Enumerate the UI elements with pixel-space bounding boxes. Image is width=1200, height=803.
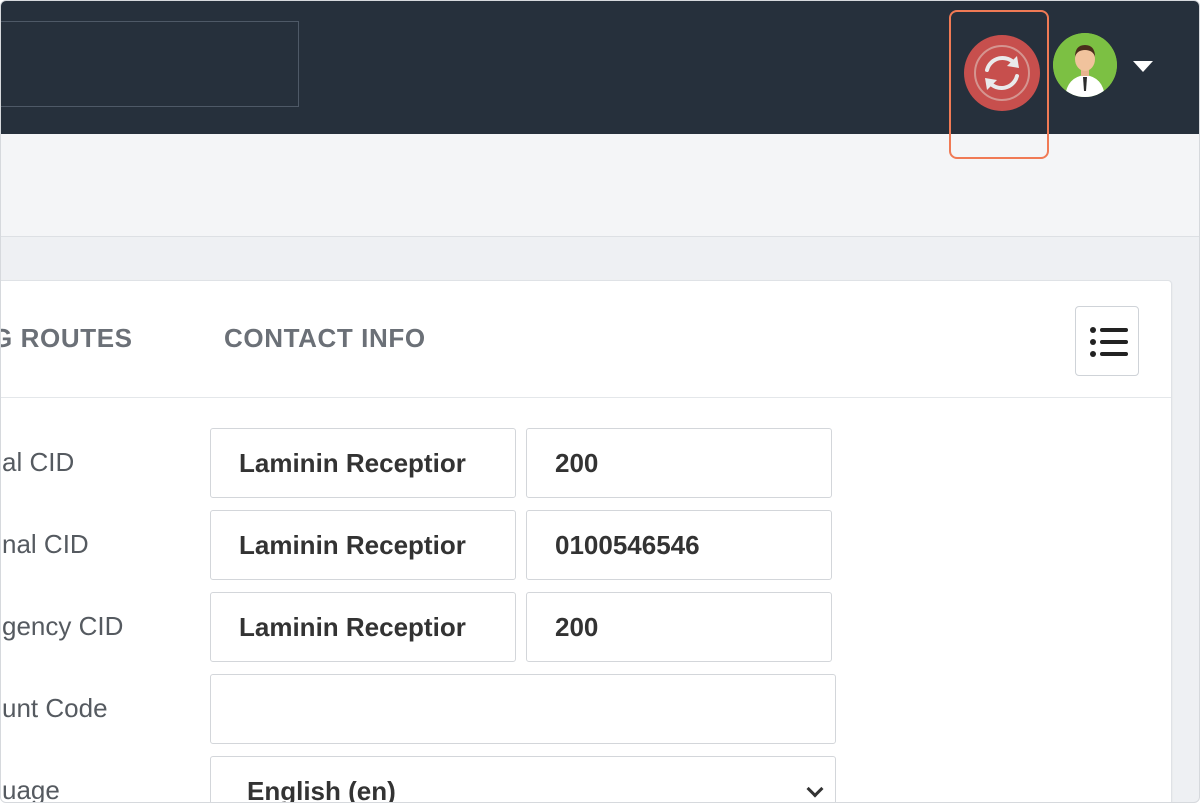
user-avatar[interactable]: [1053, 33, 1117, 97]
tab-bar: G ROUTES CONTACT INFO: [1, 281, 1171, 398]
user-menu-dropdown[interactable]: [1129, 57, 1157, 77]
sync-button-highlight: [949, 10, 1049, 159]
outbound-cid-label: al CID: [2, 447, 75, 477]
chevron-down-icon: [806, 780, 824, 798]
settings-card: G ROUTES CONTACT INFO al CID Laminin Rec…: [1, 280, 1172, 803]
internal-cid-name-input[interactable]: Laminin Receptior: [210, 510, 516, 580]
internal-cid-number-input[interactable]: 0100546546: [526, 510, 832, 580]
user-avatar-icon: [1053, 33, 1117, 97]
language-label: uage: [2, 775, 60, 803]
caret-down-icon: [1133, 61, 1153, 72]
search-input[interactable]: [1, 21, 299, 107]
emergency-cid-number-input[interactable]: 200: [526, 592, 832, 662]
language-select[interactable]: English (en): [210, 756, 836, 803]
app-window: G ROUTES CONTACT INFO al CID Laminin Rec…: [0, 0, 1200, 803]
outbound-cid-name-input[interactable]: Laminin Receptior: [210, 428, 516, 498]
emergency-cid-name-input[interactable]: Laminin Receptior: [210, 592, 516, 662]
tab-contact-info[interactable]: CONTACT INFO: [224, 323, 426, 354]
account-code-label: unt Code: [2, 693, 108, 723]
outbound-cid-number-input[interactable]: 200: [526, 428, 832, 498]
language-select-value: English (en): [247, 775, 396, 803]
account-code-input[interactable]: [210, 674, 836, 744]
internal-cid-label: nal CID: [2, 529, 89, 559]
tab-routes[interactable]: G ROUTES: [1, 323, 133, 354]
list-menu-button[interactable]: [1075, 306, 1139, 376]
emergency-cid-label: gency CID: [2, 611, 124, 641]
